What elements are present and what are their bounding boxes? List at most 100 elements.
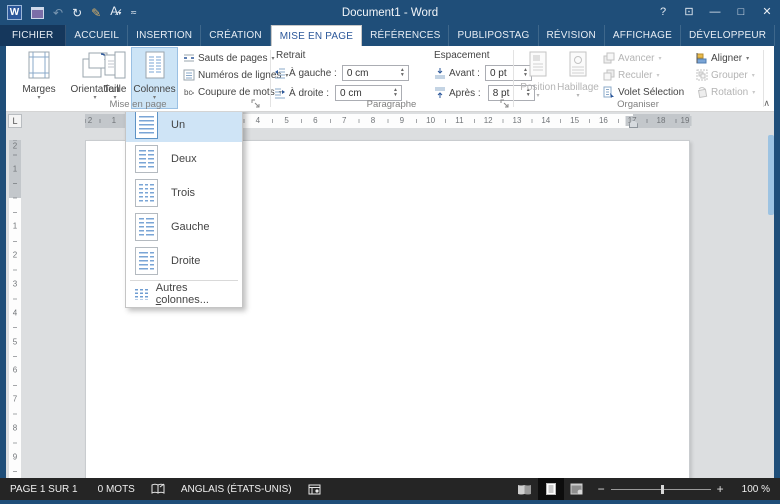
collapse-ribbon-icon[interactable]: ∧ <box>763 98 770 109</box>
ruler-number: 2 <box>10 141 20 152</box>
language-indicator[interactable]: ANGLAIS (ÉTATS-UNIS) <box>171 484 302 495</box>
volet-selection-button[interactable]: Volet Sélection <box>603 85 684 99</box>
tab-affichage[interactable]: AFFICHAGE <box>605 25 681 46</box>
word-count[interactable]: 0 MOTS <box>88 484 145 495</box>
columns-three-icon <box>135 179 158 207</box>
customize-qat-icon[interactable]: ≂ <box>130 4 137 22</box>
ruler-number: 6 <box>311 116 319 126</box>
menu-item-deux[interactable]: Deux <box>126 142 242 176</box>
zoom-handle[interactable] <box>661 485 664 494</box>
document-area: L 2112345678910111213141516171819 211234… <box>6 112 774 478</box>
reculer-button[interactable]: Reculer▾ <box>603 68 659 82</box>
indent-left-input[interactable]: 0 cm ▲▼ <box>342 65 409 81</box>
tab-fichier[interactable]: FICHIER <box>0 25 66 46</box>
ruler-number: 4 <box>254 116 262 126</box>
format-brush-icon[interactable]: ✎ <box>91 4 101 22</box>
minimize-icon[interactable]: — <box>702 0 728 25</box>
coupure-de-mots-button[interactable]: bc Coupure de mots▾ <box>183 85 282 99</box>
menu-item-trois[interactable]: Trois <box>126 176 242 210</box>
tab-compl-ment[interactable]: COMPLÉMENT <box>775 25 780 46</box>
habillage-icon <box>567 51 589 77</box>
tab-publipostag[interactable]: PUBLIPOSTAG <box>449 25 538 46</box>
group-label-organiser: Organiser <box>513 99 763 110</box>
rotate-icon <box>696 86 708 98</box>
ruler-number: 8 <box>10 423 20 434</box>
tab-d-veloppeur[interactable]: DÉVELOPPEUR <box>681 25 775 46</box>
close-icon[interactable]: ✕ <box>754 0 780 25</box>
ruler-number: 18 <box>655 116 668 126</box>
ruler-number: 5 <box>282 116 290 126</box>
zoom-level[interactable]: 100 % <box>732 484 780 495</box>
ruler-number: 12 <box>482 116 495 126</box>
menu-item-autres-colonnes[interactable]: Autres colonnes... <box>126 283 242 305</box>
web-layout-icon[interactable] <box>564 478 590 500</box>
spacing-before-icon <box>434 67 446 79</box>
numeros-de-lignes-button[interactable]: Numéros de lignes▾ <box>183 68 288 82</box>
tab-r-vision[interactable]: RÉVISION <box>539 25 605 46</box>
grouper-button[interactable]: Grouper▾ <box>696 68 755 82</box>
position-icon <box>527 51 549 77</box>
proofing-icon[interactable] <box>145 478 171 500</box>
group-icon <box>696 69 708 81</box>
columns-right-icon <box>135 247 158 275</box>
word-logo-icon[interactable]: W <box>7 5 22 20</box>
bring-forward-icon <box>603 52 615 64</box>
tab-accueil[interactable]: ACCUEIL <box>66 25 128 46</box>
line-numbers-icon <box>183 69 195 81</box>
group-label-mise-en-page: Mise en page <box>6 99 270 110</box>
ribbon-tabs: FICHIER ACCUEILINSERTIONCRÉATIONMISE EN … <box>0 25 780 46</box>
menu-item-un[interactable]: Un <box>126 112 242 142</box>
paragraph-dialog-launcher[interactable] <box>500 99 510 109</box>
ruler-number: 19 <box>679 116 692 126</box>
tab-insertion[interactable]: INSERTION <box>128 25 201 46</box>
restore-icon[interactable]: □ <box>728 0 754 25</box>
read-mode-icon[interactable] <box>512 478 538 500</box>
zoom-track[interactable] <box>611 489 711 490</box>
hyphenation-icon: bc <box>183 86 195 98</box>
status-bar: PAGE 1 SUR 1 0 MOTS ANGLAIS (ÉTATS-UNIS)… <box>0 478 780 500</box>
zoom-out-icon[interactable]: − <box>598 484 605 494</box>
tab-cr-ation[interactable]: CRÉATION <box>201 25 271 46</box>
ribbon-display-options-icon[interactable]: ⊡ <box>676 0 702 25</box>
undo-icon[interactable]: ↶ <box>53 4 63 22</box>
ruler-number: 10 <box>424 116 437 126</box>
ruler-number: 2 <box>86 116 94 126</box>
ruler-number: 6 <box>10 365 20 376</box>
marges-icon <box>26 51 52 79</box>
tab-stop-selector[interactable]: L <box>8 114 22 128</box>
ruler-number: 9 <box>10 451 20 462</box>
ruler-number: 14 <box>539 116 552 126</box>
redo-icon[interactable]: ↻ <box>72 4 82 22</box>
menu-item-droite[interactable]: Droite <box>126 244 242 278</box>
print-layout-icon[interactable] <box>538 478 564 500</box>
save-icon[interactable] <box>31 7 44 19</box>
help-icon[interactable]: ? <box>650 0 676 25</box>
menu-item-gauche[interactable]: Gauche <box>126 210 242 244</box>
ruler-number: 9 <box>398 116 406 126</box>
more-columns-icon <box>135 289 148 300</box>
avancer-button[interactable]: Avancer▾ <box>603 51 662 65</box>
vertical-ruler[interactable]: 21123456789 <box>9 140 21 478</box>
spinner-arrows[interactable]: ▲▼ <box>390 86 401 100</box>
word-window: W ↶ ↻ ✎ A̷▾ ≂ Document1 - Word ? ⊡ — □ ✕… <box>0 0 780 504</box>
ruler-number: 16 <box>597 116 610 126</box>
spinner-arrows[interactable]: ▲▼ <box>397 66 408 80</box>
page-indicator[interactable]: PAGE 1 SUR 1 <box>0 484 88 495</box>
zoom-in-icon[interactable]: + <box>717 484 724 494</box>
font-style-icon[interactable]: A̷▾ <box>110 2 121 23</box>
tab-mise-en-page[interactable]: MISE EN PAGE <box>271 25 362 46</box>
page-setup-dialog-launcher[interactable] <box>251 99 261 109</box>
page-break-icon <box>183 52 195 64</box>
aligner-button[interactable]: Aligner▾ <box>696 51 749 65</box>
group-label-paragraphe: Paragraphe <box>270 99 513 110</box>
columns-two-icon <box>135 145 158 173</box>
rotation-button[interactable]: Rotation▾ <box>696 85 755 99</box>
taille-icon <box>103 51 127 79</box>
ruler-number: 11 <box>453 116 465 126</box>
sauts-de-pages-button[interactable]: Sauts de pages▾ <box>183 51 275 65</box>
vertical-scrollbar[interactable] <box>768 135 774 215</box>
ruler-number: 7 <box>340 116 348 126</box>
tab-r-f-rences[interactable]: RÉFÉRENCES <box>362 25 449 46</box>
svg-text:bc: bc <box>184 88 192 97</box>
macro-record-icon[interactable] <box>302 478 328 500</box>
